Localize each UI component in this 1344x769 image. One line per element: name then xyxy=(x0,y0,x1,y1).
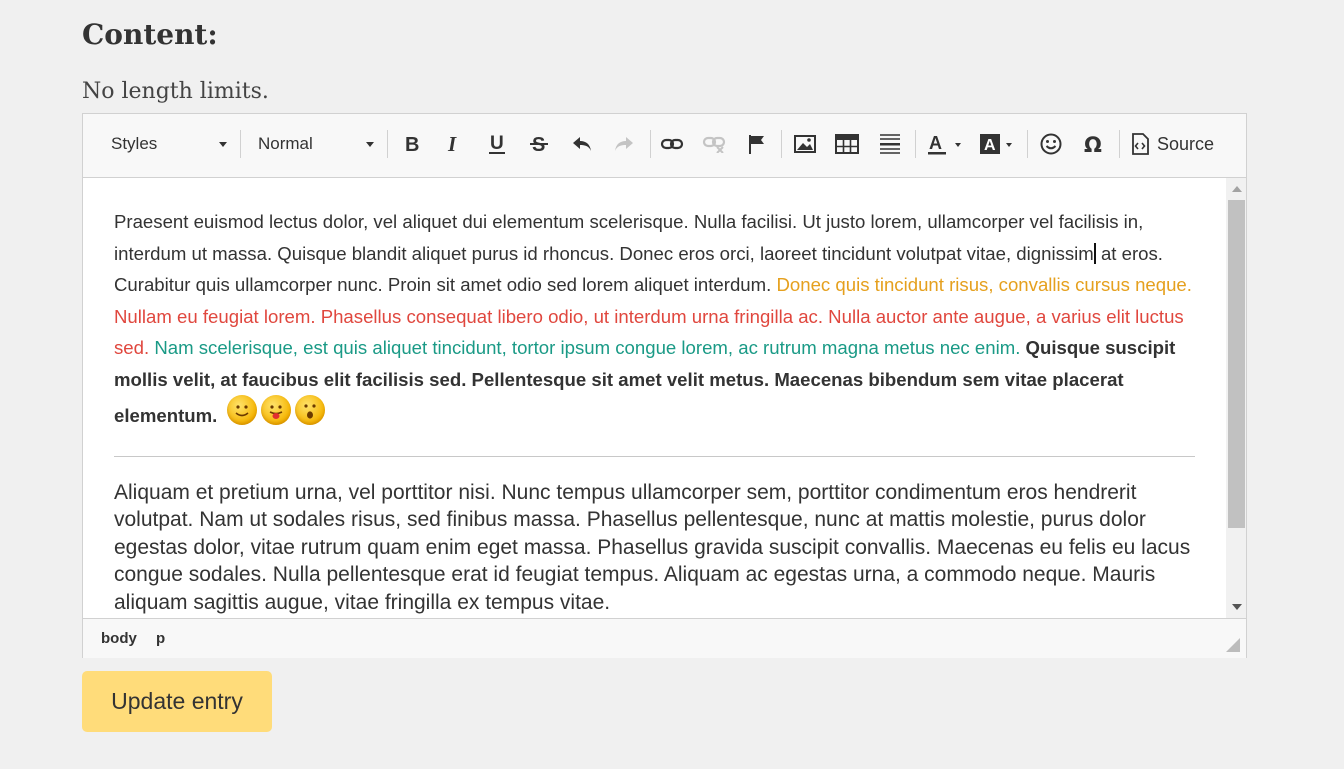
paragraph-1: Praesent euismod lectus dolor, vel aliqu… xyxy=(114,206,1195,432)
content-label: Content: xyxy=(82,18,218,51)
unlink-button[interactable] xyxy=(699,129,729,159)
anchor-button[interactable] xyxy=(741,129,771,159)
source-code-icon xyxy=(1132,133,1149,155)
background-color-button[interactable]: A xyxy=(975,129,1017,159)
image-icon xyxy=(794,135,816,153)
special-char-button[interactable]: Ω xyxy=(1079,129,1109,159)
omega-icon: Ω xyxy=(1084,133,1102,155)
path-item-p[interactable]: p xyxy=(156,630,165,647)
scroll-down-arrow-icon[interactable] xyxy=(1232,604,1242,610)
toolbar-separator xyxy=(1119,130,1120,158)
svg-text:Ω: Ω xyxy=(1084,133,1102,155)
surprised-emoji xyxy=(295,395,326,425)
italic-button[interactable]: I xyxy=(438,129,468,159)
format-dropdown-label: Normal xyxy=(258,134,313,153)
editor-toolbar: Styles Normal B I U S A A Ω Source xyxy=(83,114,1246,178)
smiley-button[interactable] xyxy=(1036,129,1066,159)
table-button[interactable] xyxy=(832,129,862,159)
svg-text:A: A xyxy=(984,137,996,154)
undo-button[interactable] xyxy=(567,129,597,159)
link-icon xyxy=(660,138,684,150)
update-entry-button[interactable]: Update entry xyxy=(82,671,272,732)
styles-dropdown-label: Styles xyxy=(111,134,158,153)
smile-emoji xyxy=(227,395,258,425)
rich-text-editor: Styles Normal B I U S A A Ω Source Praes… xyxy=(82,113,1247,658)
format-dropdown[interactable]: Normal xyxy=(258,131,374,157)
svg-text:U: U xyxy=(490,133,504,154)
toolbar-separator xyxy=(650,130,651,158)
toolbar-separator xyxy=(240,130,241,158)
text-color-button[interactable]: A xyxy=(923,129,965,159)
horizontal-line-icon xyxy=(880,134,900,154)
resize-grip-icon[interactable] xyxy=(1226,638,1240,652)
toolbar-separator xyxy=(781,130,782,158)
horizontal-rule xyxy=(114,455,1195,457)
flag-icon xyxy=(749,135,764,154)
styles-dropdown[interactable]: Styles xyxy=(111,131,227,157)
editor-content-area[interactable]: Praesent euismod lectus dolor, vel aliqu… xyxy=(83,178,1226,618)
source-button[interactable]: Source xyxy=(1131,129,1214,159)
unlink-icon xyxy=(702,136,726,153)
horizontal-line-button[interactable] xyxy=(875,129,905,159)
toolbar-separator xyxy=(1027,130,1028,158)
source-button-label: Source xyxy=(1157,133,1215,154)
underline-icon: U xyxy=(489,133,505,154)
link-button[interactable] xyxy=(657,129,687,159)
paragraph-1-orange-text: Donec quis tincidunt risus, convallis cu… xyxy=(776,274,1192,295)
redo-icon xyxy=(615,137,633,151)
chevron-down-icon xyxy=(219,142,227,147)
scrollbar-thumb[interactable] xyxy=(1228,200,1245,528)
strikethrough-icon: S xyxy=(530,134,548,155)
italic-icon: I xyxy=(447,134,457,154)
toolbar-separator xyxy=(387,130,388,158)
undo-icon xyxy=(573,137,591,151)
image-button[interactable] xyxy=(790,129,820,159)
scroll-up-arrow-icon[interactable] xyxy=(1232,186,1242,192)
chevron-down-icon xyxy=(366,142,374,147)
underline-button[interactable]: U xyxy=(482,129,512,159)
bold-icon: B xyxy=(405,134,419,154)
element-path-bar: body p xyxy=(83,618,1246,658)
length-hint: No length limits. xyxy=(82,79,269,104)
svg-text:I: I xyxy=(447,134,457,154)
paragraph-1-teal-text: Nam scelerisque, est quis aliquet tincid… xyxy=(149,337,1021,358)
bold-button[interactable]: B xyxy=(397,129,427,159)
paragraph-1-plain: Praesent euismod lectus dolor, vel aliqu… xyxy=(114,211,1144,264)
strikethrough-button[interactable]: S xyxy=(524,129,554,159)
text-color-icon: A xyxy=(928,133,961,155)
toolbar-separator xyxy=(915,130,916,158)
smiley-icon xyxy=(1040,133,1062,155)
redo-button[interactable] xyxy=(609,129,639,159)
content-scrollbar[interactable] xyxy=(1226,178,1246,618)
background-color-icon: A xyxy=(980,134,1012,154)
paragraph-2: Aliquam et pretium urna, vel porttitor n… xyxy=(114,480,1191,614)
tongue-emoji xyxy=(261,395,292,425)
path-item-body[interactable]: body xyxy=(101,630,137,647)
svg-text:A: A xyxy=(929,133,942,153)
svg-text:B: B xyxy=(405,134,419,154)
table-icon xyxy=(835,134,859,154)
